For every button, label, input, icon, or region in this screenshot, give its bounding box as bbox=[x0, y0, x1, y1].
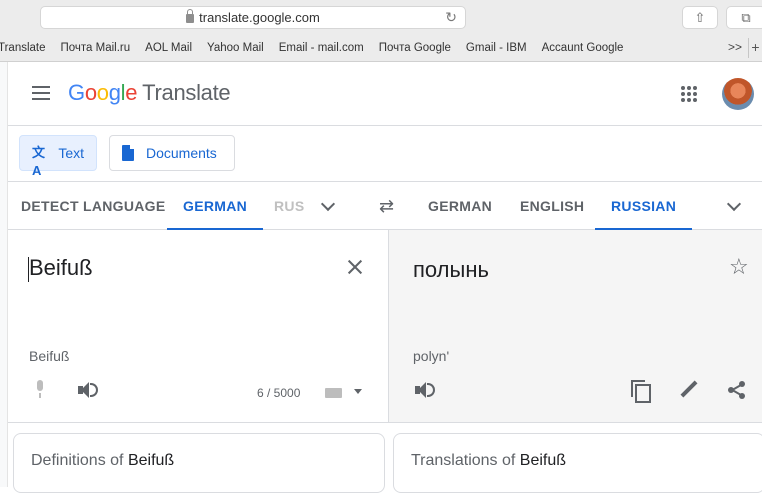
translation-output: полынь bbox=[413, 257, 489, 282]
new-tab-button[interactable]: + bbox=[748, 38, 762, 58]
logo-letter: g bbox=[108, 80, 121, 105]
definitions-prefix: Definitions of bbox=[31, 452, 124, 469]
source-tab-russian[interactable]: RUS bbox=[274, 182, 308, 230]
definitions-title: Definitions of Beifuß bbox=[31, 452, 174, 470]
translate-icon: 文A bbox=[32, 145, 46, 178]
address-bar[interactable]: translate.google.com ↻ bbox=[40, 6, 466, 29]
target-tab-german[interactable]: GERMAN bbox=[428, 182, 492, 230]
bookmark-mail-ru[interactable]: Почта Mail.ru bbox=[61, 42, 131, 54]
logo-letter: o bbox=[96, 80, 109, 105]
source-speaker-icon[interactable] bbox=[78, 380, 98, 400]
source-tab-german[interactable]: GERMAN bbox=[167, 182, 264, 230]
target-tab-russian[interactable]: RUSSIAN bbox=[595, 182, 693, 230]
logo-letter: G bbox=[68, 80, 85, 105]
clear-icon[interactable] bbox=[346, 258, 364, 276]
source-panel: Beifuß Beifuß 6 / 5000 bbox=[8, 230, 389, 423]
menu-icon[interactable] bbox=[32, 86, 50, 100]
bookmarks-more-button[interactable]: >> bbox=[728, 40, 742, 54]
text-cursor bbox=[28, 257, 29, 282]
product-name: Translate bbox=[142, 80, 231, 105]
translations-title: Translations of Beifuß bbox=[411, 452, 566, 470]
translations-prefix: Translations of bbox=[411, 452, 516, 469]
google-apps-icon[interactable] bbox=[681, 86, 697, 102]
text-mode-label: Text bbox=[58, 145, 84, 161]
logo-letter: e bbox=[125, 80, 138, 105]
language-bar: DETECT LANGUAGE GERMAN RUS ⇄ GERMAN ENGL… bbox=[8, 182, 762, 230]
bookmark-google-account[interactable]: Accaunt Google bbox=[542, 42, 624, 54]
reload-icon[interactable]: ↻ bbox=[445, 9, 457, 26]
logo-letter: o bbox=[84, 80, 97, 105]
document-icon bbox=[122, 145, 134, 161]
microphone-icon[interactable] bbox=[34, 380, 46, 400]
bookmark-translate[interactable]: Translate bbox=[0, 42, 46, 54]
definitions-card: Definitions of Beifuß bbox=[13, 433, 385, 493]
url-text: translate.google.com bbox=[199, 10, 320, 25]
lock-icon bbox=[186, 9, 195, 23]
share-browser-button[interactable]: ⇧ bbox=[682, 6, 718, 29]
keyboard-icon[interactable] bbox=[325, 388, 342, 398]
documents-mode-button[interactable]: Documents bbox=[109, 135, 235, 171]
bookmark-google-mail[interactable]: Почта Google bbox=[379, 42, 451, 54]
character-count: 6 / 5000 bbox=[257, 386, 301, 400]
source-tab-detect-language[interactable]: DETECT LANGUAGE bbox=[21, 182, 166, 230]
mode-bar: 文A Text Documents bbox=[8, 126, 762, 182]
share-icon[interactable] bbox=[727, 380, 747, 400]
bookmark-yahoo-mail[interactable]: Yahoo Mail bbox=[207, 42, 264, 54]
source-transliteration: Beifuß bbox=[29, 348, 70, 364]
documents-mode-label: Documents bbox=[146, 145, 217, 161]
translations-card: Translations of Beifuß bbox=[393, 433, 762, 493]
target-tab-english[interactable]: ENGLISH bbox=[520, 182, 584, 230]
avatar[interactable] bbox=[722, 78, 754, 110]
bookmark-gmail-ibm[interactable]: Gmail - IBM bbox=[466, 42, 527, 54]
source-input[interactable]: Beifuß bbox=[29, 255, 93, 281]
bookmark-aol-mail[interactable]: AOL Mail bbox=[145, 42, 192, 54]
translations-word: Beifuß bbox=[519, 452, 567, 469]
copy-icon[interactable] bbox=[631, 380, 651, 403]
tabs-overview-button[interactable]: ⧉ bbox=[726, 6, 762, 29]
target-more-chevron-icon[interactable] bbox=[726, 196, 742, 212]
definitions-word: Beifuß bbox=[127, 452, 175, 469]
bookmarks-bar: Translate Почта Mail.ru AOL Mail Yahoo M… bbox=[0, 38, 762, 58]
keyboard-dropdown-icon[interactable] bbox=[354, 389, 362, 394]
target-panel: полынь ☆ polyn' bbox=[389, 230, 762, 423]
app-header: Google Translate bbox=[8, 62, 762, 126]
target-transliteration: polyn' bbox=[413, 348, 450, 364]
google-translate-logo[interactable]: Google Translate bbox=[68, 80, 231, 106]
browser-chrome: translate.google.com ↻ ⇧ ⧉ Translate Поч… bbox=[0, 0, 762, 62]
target-speaker-icon[interactable] bbox=[415, 380, 435, 400]
edit-pencil-icon[interactable] bbox=[679, 380, 697, 400]
save-translation-star-icon[interactable]: ☆ bbox=[729, 254, 749, 280]
text-mode-button[interactable]: 文A Text bbox=[19, 135, 97, 178]
left-strip bbox=[0, 62, 8, 487]
bookmark-email-mail-com[interactable]: Email - mail.com bbox=[279, 42, 364, 54]
swap-languages-icon[interactable]: ⇄ bbox=[379, 196, 394, 217]
source-more-chevron-icon[interactable] bbox=[320, 196, 336, 212]
